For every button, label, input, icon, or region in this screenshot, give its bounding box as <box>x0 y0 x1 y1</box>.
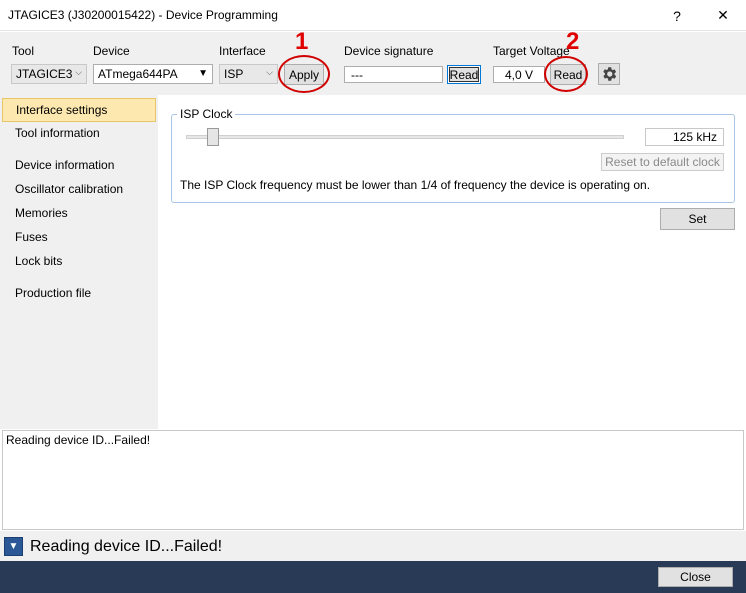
sidebar-item-lock-bits[interactable]: Lock bits <box>2 250 156 274</box>
annotation-marker-2: 2 <box>566 28 580 55</box>
window-title: JTAGICE3 (J30200015422) - Device Program… <box>8 8 278 22</box>
sidebar-item-device-information[interactable]: Device information <box>2 154 156 178</box>
chevron-down-icon: ⌵ <box>266 67 273 77</box>
read-signature-button[interactable]: Read <box>447 65 481 84</box>
device-signature-field: --- <box>344 66 443 83</box>
gear-icon <box>603 67 617 81</box>
isp-clock-title: ISP Clock <box>177 107 236 121</box>
interface-select[interactable]: ISP ⌵ <box>219 64 278 84</box>
isp-clock-info-text: The ISP Clock frequency must be lower th… <box>180 178 651 192</box>
triangle-down-icon: ▼ <box>8 541 19 552</box>
close-window-button[interactable]: ✕ <box>700 0 746 31</box>
log-output[interactable]: Reading device ID...Failed! <box>2 430 744 530</box>
reset-default-clock-button[interactable]: Reset to default clock <box>601 153 724 171</box>
target-voltage-field: 4,0 V <box>493 66 545 83</box>
interface-select-value: ISP <box>224 67 244 81</box>
status-text: Reading device ID...Failed! <box>30 538 223 555</box>
tool-label: Tool <box>12 44 35 58</box>
isp-clock-slider-thumb[interactable] <box>207 128 219 146</box>
sidebar-item-production-file[interactable]: Production file <box>2 282 156 306</box>
chevron-down-icon: ⌵ <box>75 67 82 77</box>
sidebar-item-memories[interactable]: Memories <box>2 202 156 226</box>
expand-log-button[interactable]: ▼ <box>4 537 23 556</box>
annotation-marker-1: 1 <box>295 28 309 55</box>
device-label: Device <box>93 44 130 58</box>
interface-label: Interface <box>219 44 266 58</box>
close-button[interactable]: Close <box>658 567 733 587</box>
sidebar: Interface settings Tool information Devi… <box>0 95 158 429</box>
set-button[interactable]: Set <box>660 208 735 230</box>
annotation-circle-1 <box>278 55 330 93</box>
annotation-circle-2 <box>544 56 588 92</box>
sidebar-item-interface-settings[interactable]: Interface settings <box>2 98 156 122</box>
settings-button[interactable] <box>598 63 620 85</box>
isp-clock-slider-track[interactable] <box>186 135 624 139</box>
sidebar-item-fuses[interactable]: Fuses <box>2 226 156 250</box>
sidebar-item-tool-information[interactable]: Tool information <box>2 122 156 146</box>
help-button[interactable]: ? <box>654 0 700 31</box>
tool-select[interactable]: JTAGICE3 ⌵ <box>11 64 87 84</box>
sidebar-item-oscillator-calibration[interactable]: Oscillator calibration <box>2 178 156 202</box>
device-select[interactable]: ATmega644PA ▼ <box>93 64 213 84</box>
isp-clock-value-field[interactable]: 125 kHz <box>645 128 724 146</box>
device-select-value: ATmega644PA <box>98 67 178 81</box>
tool-select-value: JTAGICE3 <box>16 67 73 81</box>
device-signature-label: Device signature <box>344 44 434 58</box>
footer-bar <box>0 561 746 593</box>
dropdown-arrow-icon: ▼ <box>198 68 208 79</box>
